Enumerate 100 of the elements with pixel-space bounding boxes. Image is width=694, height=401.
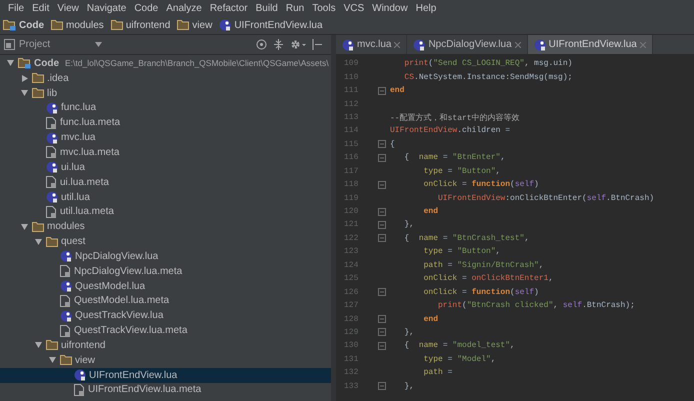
file-icon [46, 206, 57, 218]
breadcrumb-item[interactable]: view [192, 20, 212, 30]
lua-file-icon [413, 38, 426, 50]
code-line: CS.NetSystem.Instance:SendMsg(msg); [403, 72, 572, 82]
breadcrumb-item[interactable]: UIFrontEndView.lua [234, 20, 323, 30]
close-icon[interactable] [640, 42, 646, 48]
expanded-arrow-icon[interactable] [21, 90, 28, 96]
tree-row[interactable]: view [0, 352, 331, 368]
tree-row[interactable]: quest [0, 234, 331, 249]
fold-marker-icon[interactable] [378, 140, 386, 148]
menu-item[interactable]: Window [368, 2, 412, 14]
fold-marker-icon[interactable] [378, 220, 386, 229]
line-number: 118 [343, 180, 360, 190]
tree-row[interactable]: mvc.lua [0, 130, 331, 146]
tree-row[interactable]: NpcDialogView.lua.meta [0, 264, 331, 279]
tree-row[interactable]: mvc.lua.meta [0, 145, 331, 160]
file-icon [46, 116, 57, 129]
tree-row[interactable]: QuestTrackView.lua.meta [0, 323, 331, 338]
expanded-arrow-icon[interactable] [35, 238, 42, 245]
line-number: 110 [343, 72, 360, 82]
menu-item[interactable]: Edit [28, 2, 54, 14]
fold-marker-icon[interactable] [378, 315, 386, 324]
settings-icon[interactable] [290, 39, 306, 50]
menu-item[interactable]: File [4, 2, 28, 14]
fold-marker-icon[interactable] [378, 208, 386, 216]
editor-tab[interactable]: UIFrontEndView.lua [528, 35, 653, 54]
tree-row[interactable]: UIFrontEndView.lua [0, 368, 331, 383]
lua-file-icon [60, 310, 72, 322]
tree-item-label: quest [61, 236, 86, 248]
breadcrumb-item[interactable]: Code [19, 20, 44, 30]
caret-icon[interactable] [95, 42, 102, 47]
tree-row[interactable]: ui.lua [0, 160, 331, 175]
breadcrumb-item[interactable]: uifrontend [126, 20, 170, 30]
tree-row[interactable]: func.lua.meta [0, 115, 331, 130]
file-icon [46, 176, 57, 188]
close-icon[interactable] [394, 42, 400, 48]
code-line: UIFrontEndView:onClickBtnEnter(self.BtnCrash) [437, 194, 654, 203]
code-line: onClick = function(self) [422, 180, 539, 190]
editor-tab[interactable]: mvc.lua [336, 35, 408, 54]
module-folder-icon [3, 20, 16, 30]
tree-row[interactable]: UIFrontEndView.lua.meta [0, 382, 331, 398]
tree-row[interactable]: QuestModel.lua [0, 278, 331, 294]
tree-item-label: UIFrontEndView.lua [89, 370, 178, 381]
folder-icon [32, 88, 44, 98]
tree-row[interactable]: util.lua.meta [0, 204, 331, 220]
expanded-arrow-icon[interactable] [7, 60, 14, 66]
lua-file-icon [46, 102, 58, 114]
code-line: { name = "BtnEnter", [403, 153, 506, 162]
tree-item-label: .idea [47, 72, 69, 84]
menu-item[interactable]: Help [412, 2, 440, 14]
fold-marker-icon[interactable] [378, 342, 386, 350]
tree-row[interactable]: NpcDialogView.lua [0, 248, 331, 264]
fold-marker-icon[interactable] [378, 382, 386, 390]
tree-row[interactable]: Code E:\td_lol\QSGame_Branch\Branch_QSMobile\Client\QSGame\Assets\ [0, 56, 331, 71]
tree-item-label: util.lua [61, 192, 90, 203]
fold-marker-icon[interactable] [378, 288, 386, 296]
tree-row[interactable]: .idea [0, 70, 331, 86]
menu-item[interactable]: View [53, 2, 83, 14]
tree-row[interactable]: util.lua [0, 190, 331, 204]
expanded-arrow-icon[interactable] [35, 342, 42, 348]
tree-item-label: util.lua.meta [60, 206, 114, 218]
code-line: onClick = function(self) [422, 288, 539, 297]
breadcrumb-item[interactable]: modules [66, 20, 104, 30]
menu-item[interactable]: VCS [340, 2, 368, 14]
panel-title[interactable]: Project [19, 39, 50, 50]
collapsed-arrow-icon[interactable] [22, 74, 28, 82]
tree-row[interactable]: func.lua [0, 100, 331, 116]
line-number: 131 [343, 354, 360, 364]
folder-icon [32, 73, 44, 84]
tree-row[interactable]: QuestModel.lua.meta [0, 294, 331, 308]
line-number: 116 [343, 153, 360, 162]
fold-marker-icon[interactable] [378, 86, 386, 95]
tree-row[interactable]: modules [0, 219, 331, 234]
tree-row[interactable]: ui.lua.meta [0, 174, 331, 190]
fold-marker-icon[interactable] [378, 234, 386, 242]
collapse-icon[interactable] [273, 39, 284, 50]
tree-row[interactable]: lib [0, 86, 331, 101]
tree-item-label: QuestModel.lua.meta [74, 295, 170, 306]
menu-item[interactable]: Tools [308, 2, 340, 14]
menu-item[interactable]: Build [252, 2, 282, 14]
code-line: path = "Signin/BtnCrash", [422, 260, 544, 270]
menu-item[interactable]: Analyze [162, 2, 206, 14]
editor-tab[interactable]: NpcDialogView.lua [407, 35, 528, 54]
menu-item[interactable]: Refactor [206, 2, 252, 14]
tree-row[interactable]: uifrontend [0, 338, 331, 353]
target-icon[interactable] [256, 39, 267, 50]
line-number: 111 [343, 86, 360, 96]
tree-item-label: uifrontend [61, 340, 106, 351]
menu-item[interactable]: Run [282, 2, 308, 14]
line-number: 127 [343, 301, 360, 310]
expanded-arrow-icon[interactable] [21, 224, 28, 230]
tree-row[interactable]: QuestTrackView.lua [0, 308, 331, 324]
close-icon[interactable] [514, 42, 521, 48]
menu-item[interactable]: Code [130, 2, 162, 14]
expanded-arrow-icon[interactable] [49, 357, 56, 364]
fold-marker-icon[interactable] [378, 328, 386, 336]
menu-item[interactable]: Navigate [82, 2, 130, 14]
fold-marker-icon[interactable] [378, 154, 386, 162]
fold-marker-icon[interactable] [378, 180, 386, 189]
hide-panel-icon[interactable] [312, 39, 323, 50]
